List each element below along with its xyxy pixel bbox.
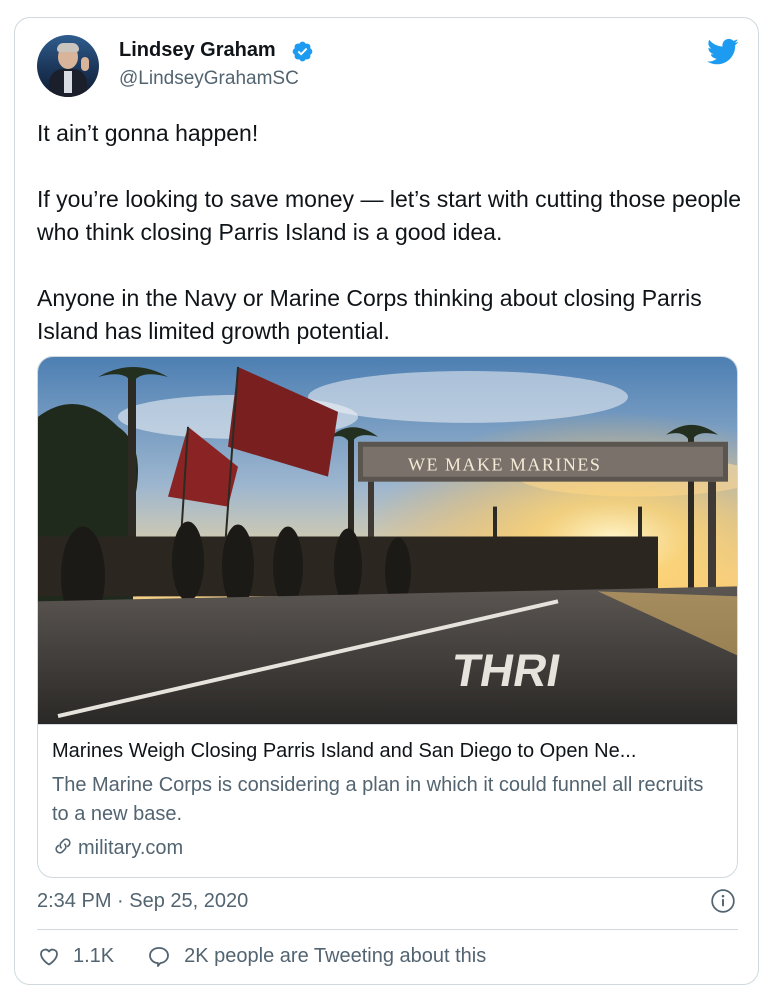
- link-description: The Marine Corps is considering a plan i…: [52, 774, 704, 825]
- link-icon: [55, 838, 71, 854]
- tweet-actions: 1.1K 2K people are Tweeting about this: [37, 944, 518, 968]
- tweeting-about-text: 2K people are Tweeting about this: [184, 944, 487, 967]
- sign-text: WE MAKE MARINES: [408, 455, 601, 475]
- avatar[interactable]: [37, 35, 99, 97]
- reply-bubble-icon: [149, 947, 170, 967]
- author-name[interactable]: Lindsey Graham: [119, 39, 276, 62]
- info-icon[interactable]: [710, 888, 736, 914]
- author-handle[interactable]: @LindseyGrahamSC: [119, 68, 299, 90]
- tweeting-about-link[interactable]: 2K people are Tweeting about this: [146, 944, 486, 968]
- twitter-bird-icon[interactable]: [707, 38, 739, 66]
- heart-icon: [40, 948, 58, 966]
- road-marking-text: THRI: [448, 644, 564, 696]
- tweet-paragraph: It ain’t gonna happen!: [37, 120, 259, 146]
- link-preview-card[interactable]: WE MAKE MARINES THRI Marines Weigh Closi…: [37, 356, 738, 878]
- link-domain: military.com: [52, 835, 183, 860]
- link-preview-image[interactable]: WE MAKE MARINES THRI: [38, 357, 738, 725]
- tweet-paragraph: If you’re looking to save money — let’s …: [37, 186, 742, 245]
- link-title[interactable]: Marines Weigh Closing Parris Island and …: [52, 740, 724, 763]
- verified-badge-icon: [292, 41, 313, 62]
- like-count: 1.1K: [73, 944, 115, 967]
- tweet-card: Lindsey Graham @LindseyGrahamSC It ain’t…: [14, 17, 759, 985]
- tweet-timestamp[interactable]: 2:34 PM · Sep 25, 2020: [37, 890, 248, 913]
- divider: [37, 929, 738, 930]
- tweet-text: It ain’t gonna happen! If you’re looking…: [37, 117, 742, 348]
- link-domain-text: military.com: [78, 837, 184, 859]
- like-button[interactable]: 1.1K: [37, 944, 114, 968]
- tweet-paragraph: Anyone in the Navy or Marine Corps think…: [37, 285, 702, 344]
